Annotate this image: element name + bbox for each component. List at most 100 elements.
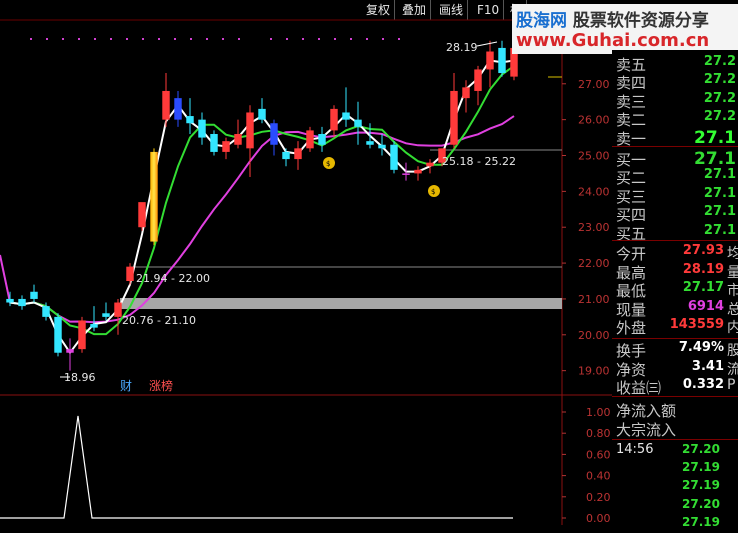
sell-level-1-value: 27.1: [694, 127, 736, 148]
stat-4-label: 外盘: [616, 319, 647, 338]
buy-level-1[interactable]: 买一 27.1: [612, 149, 738, 169]
buy-level-2-value: 27.1: [703, 167, 736, 183]
marker-dot: [350, 38, 352, 40]
kline-chart[interactable]: 27.00 26.00 25.00 24.00 23.00 22.00 21.00 20.00…: [0, 0, 612, 525]
indicator-axis: 1.00 0.80 0.60 0.40 0.20 0.00: [562, 406, 611, 525]
fin-stat-0[interactable]: 换手 7.49% 股: [612, 340, 738, 360]
price-axis-label: 20.00: [578, 329, 610, 342]
stat-4-overflow-label: 内: [727, 320, 738, 337]
tick-time: 14:56: [616, 442, 654, 457]
limit-up-tag[interactable]: 涨榜: [149, 378, 173, 393]
fin-stat-1-overflow-label: 流: [727, 361, 738, 378]
stat-0-value: 27.93: [682, 243, 724, 258]
marker-dot: [46, 38, 48, 40]
stat-2[interactable]: 最低 27.17 市: [612, 280, 738, 300]
candle-body: [6, 298, 14, 303]
marker-dot: [94, 38, 96, 40]
watermark-url: www.Guhai.com.cn: [516, 30, 710, 51]
fin-stat-0-overflow-label: 股: [727, 343, 738, 359]
stat-1[interactable]: 最高 28.19 量: [612, 261, 738, 282]
marker-dot: [206, 38, 208, 40]
money-bag-icon[interactable]: $: [428, 185, 440, 197]
stat-3[interactable]: 现量 6914 总: [612, 299, 738, 319]
sell-level-4-value: 27.2: [703, 72, 736, 88]
marker-dot: [286, 38, 288, 40]
candle-body: [366, 141, 374, 145]
candle-body: [342, 112, 350, 120]
net-inflow-row[interactable]: 净流入额: [612, 400, 738, 420]
sell-level-1[interactable]: 卖一 27.1: [612, 127, 738, 148]
buy-level-3[interactable]: 买三 27.1: [612, 185, 738, 206]
divider-flow: [612, 396, 738, 397]
svg-text:$: $: [326, 160, 330, 168]
sell-level-5[interactable]: 卖五 27.2: [612, 54, 738, 74]
fin-stat-2[interactable]: 收益㈢ 0.332 P: [612, 377, 738, 397]
marker-dot: [318, 38, 320, 40]
candle-body: [66, 349, 74, 353]
candle-body: [294, 148, 302, 160]
finance-tag[interactable]: 财: [120, 379, 132, 393]
buy-level-2[interactable]: 买二 27.1: [612, 167, 738, 187]
marker-dots: [30, 38, 400, 40]
buy-level-4[interactable]: 买四 27.1: [612, 204, 738, 224]
candle-body: [210, 133, 218, 152]
fin-stat-1[interactable]: 净资 3.41 流: [612, 359, 738, 379]
sell-level-4[interactable]: 卖四 27.2: [612, 72, 738, 92]
candle-body: [90, 324, 98, 328]
tick-row: 27.20: [612, 497, 738, 515]
watermark-brand: 股海网: [516, 11, 567, 31]
range-label-25: 25.18 - 25.22: [442, 155, 516, 168]
stat-1-overflow-label: 量: [727, 264, 738, 281]
buy-level-5[interactable]: 买五 27.1: [612, 222, 738, 243]
stat-0[interactable]: 今开 27.93 均: [612, 243, 738, 263]
candle-body: [186, 116, 194, 124]
tick-price: 27.20: [682, 442, 720, 456]
quote-panel: 卖五 27.2 卖四 27.2 卖三 27.2 卖二 27.2 卖一 27.1 买一 27.1 买二 2…: [612, 50, 738, 529]
svg-text:$: $: [431, 188, 435, 196]
candle-body: [78, 320, 86, 350]
fin-stat-2-value: 0.332: [682, 377, 724, 393]
net-inflow-label: 净流入额: [616, 402, 677, 420]
price-axis-label: 21.00: [578, 293, 610, 306]
marker-dot: [158, 38, 160, 40]
stat-4[interactable]: 外盘 143559 内: [612, 317, 738, 338]
candle-body: [18, 298, 26, 307]
stock-chart-window: 复权 叠加 画线 F10 标 27.0026.0025.0024.0023.00…: [0, 0, 738, 529]
sell-level-2[interactable]: 卖二 27.2: [612, 109, 738, 129]
marker-dot: [382, 38, 384, 40]
marker-dot: [126, 38, 128, 40]
marker-dot: [334, 38, 336, 40]
block-inflow-row[interactable]: 大宗流入: [612, 419, 738, 439]
buy-level-3-value: 27.1: [703, 185, 736, 201]
candle-body: [378, 144, 386, 149]
price-axis-label: 24.00: [578, 185, 610, 198]
candle-body: [258, 108, 266, 120]
candle-body: [234, 133, 242, 145]
candle-body: [114, 302, 122, 317]
fin-stat-0-value: 7.49%: [678, 340, 724, 355]
money-bag-icon[interactable]: $: [323, 157, 335, 169]
buy-level-5-value: 27.1: [703, 222, 736, 238]
candle-body: [402, 173, 410, 175]
candle-body: [306, 130, 314, 149]
fin-stat-2-overflow-label: P: [727, 377, 736, 394]
stat-1-value: 28.19: [682, 261, 724, 277]
sell-level-5-value: 27.2: [703, 54, 736, 69]
buy-level-4-value: 27.1: [703, 204, 736, 220]
candle-body: [498, 47, 506, 74]
candle-body: [198, 119, 206, 138]
marker-dot: [174, 38, 176, 40]
candle-body: [162, 90, 170, 120]
sell-level-3[interactable]: 卖三 27.2: [612, 91, 738, 111]
price-axis: 27.00 26.00 25.00 24.00 23.00 22.00 21.00 20.00…: [562, 78, 610, 378]
high-price-label: 28.19: [446, 41, 478, 54]
candle-body: [354, 119, 362, 127]
tick-price: 27.19: [682, 478, 720, 493]
tick-row: 27.19: [612, 478, 738, 496]
indicator-axis-label: 0.60: [586, 448, 611, 461]
high-pointer: [476, 41, 498, 47]
ma-magenta-line: [0, 115, 515, 324]
candle-body: [390, 144, 398, 170]
stat-0-overflow-label: 均: [727, 246, 738, 262]
indicator-axis-label: 1.00: [586, 406, 611, 419]
